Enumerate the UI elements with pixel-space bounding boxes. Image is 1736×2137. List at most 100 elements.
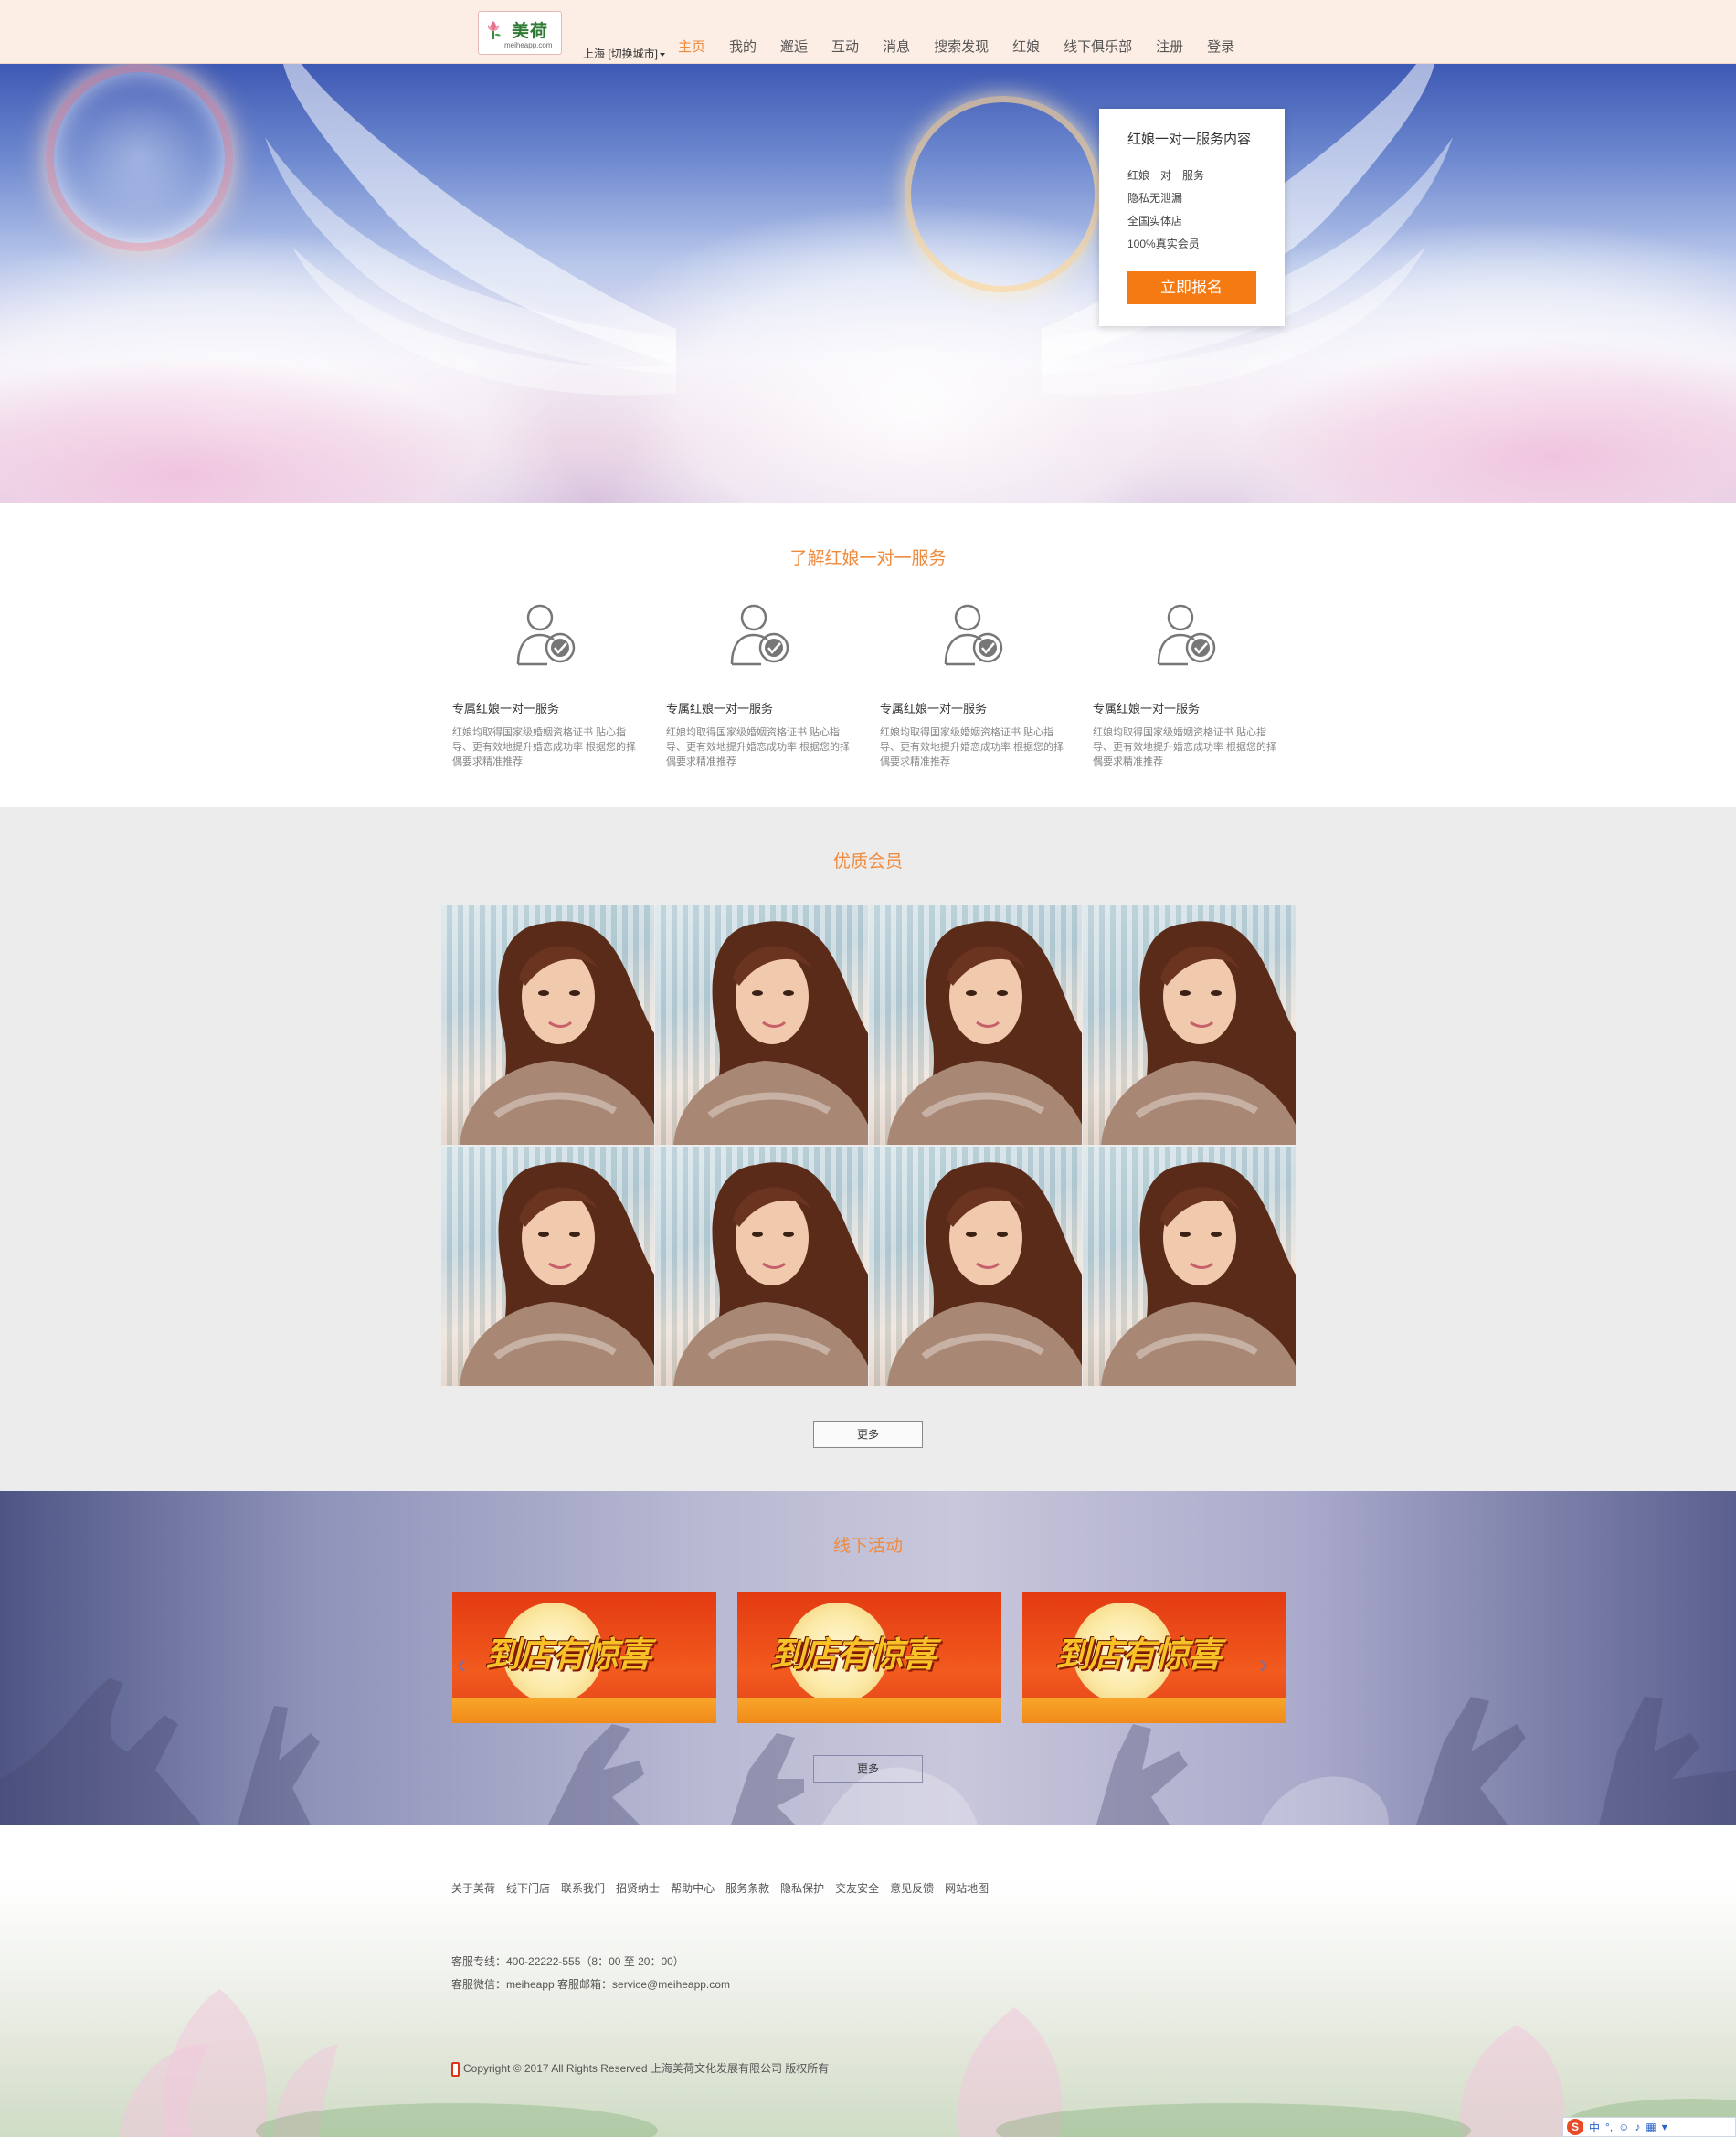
footer-link-help[interactable]: 帮助中心 (671, 1880, 715, 1896)
member-photo-card[interactable] (1083, 1147, 1296, 1386)
site-logo[interactable]: 美荷 meiheapp.com (478, 11, 562, 55)
member-photo-card[interactable] (1083, 905, 1296, 1145)
section-title: 了解红娘一对一服务 (789, 549, 947, 568)
user-verified-icon (730, 604, 789, 666)
member-portrait (1101, 921, 1296, 1145)
activity-promo-text: 到店有惊喜 (770, 1634, 937, 1675)
footer-link-privacy[interactable]: 隐私保护 (780, 1880, 824, 1896)
service-item: 专属红娘一对一服务 红娘均取得国家级婚姻资格证书 贴心指导、更有效地提升婚恋成功… (880, 602, 1074, 776)
card-feature-item: 全国实体店 (1127, 215, 1183, 227)
members-more-button[interactable]: 更多 (813, 1421, 923, 1448)
card-feature-item: 隐私无泄漏 (1127, 192, 1183, 205)
logo-url: meiheapp.com (504, 41, 553, 49)
activities-section: 线下活动 到店有惊喜 到店有惊喜 到店有惊喜 更多 (0, 1491, 1736, 1825)
members-section: 优质会员 更多 (0, 807, 1736, 1491)
nav-login[interactable]: 登录 (1207, 37, 1234, 56)
member-portrait (1101, 1162, 1296, 1386)
ime-language-toggle[interactable]: 中 (1589, 2120, 1600, 2135)
sogou-logo-icon[interactable]: S (1567, 2119, 1583, 2135)
nav-matchmaker[interactable]: 红娘 (1012, 37, 1040, 56)
lotus-background (119, 1989, 1736, 2137)
nav-messages[interactable]: 消息 (883, 37, 910, 56)
services-section: 了解红娘一对一服务 专属红娘一对一服务 红娘均取得国家级婚姻资格证书 贴心指导、… (0, 503, 1736, 807)
nav-mine[interactable]: 我的 (729, 37, 757, 56)
site-footer: 关于美荷 线下门店 联系我们 招贤纳士 帮助中心 服务条款 隐私保护 交友安全 … (0, 1825, 1736, 2137)
carousel-prev-icon[interactable]: ‹ (457, 1649, 466, 1680)
footer-link-careers[interactable]: 招贤纳士 (616, 1880, 660, 1896)
footer-link-safety[interactable]: 交友安全 (835, 1880, 879, 1896)
copyright: Copyright © 2017 All Rights Reserved 上海美… (451, 2060, 829, 2077)
city-switcher[interactable]: 上海 [切换城市] (583, 46, 666, 61)
member-portrait (673, 1162, 868, 1386)
member-portrait (887, 921, 1082, 1145)
service-item: 专属红娘一对一服务 红娘均取得国家级婚姻资格证书 贴心指导、更有效地提升婚恋成功… (666, 602, 860, 776)
service-info-card: 红娘一对一服务内容 红娘一对一服务 隐私无泄漏 全国实体店 100%真实会员 立… (1099, 109, 1285, 326)
festival-ground-decoration (737, 1698, 1001, 1723)
user-verified-icon (516, 604, 576, 666)
carousel-next-icon[interactable]: › (1259, 1649, 1268, 1680)
activity-promo-text: 到店有惊喜 (485, 1634, 651, 1675)
left-wing-decoration (265, 64, 676, 396)
nav-offline-club[interactable]: 线下俱乐部 (1064, 37, 1132, 56)
service-item: 专属红娘一对一服务 红娘均取得国家级婚姻资格证书 贴心指导、更有效地提升婚恋成功… (452, 602, 646, 776)
card-title: 红娘一对一服务内容 (1127, 132, 1252, 147)
skin-shirt-icon[interactable]: ▾ (1662, 2121, 1667, 2133)
member-photo-card[interactable] (655, 905, 868, 1145)
caret-down-icon (660, 52, 666, 57)
mobile-phone-icon (451, 2061, 460, 2077)
lotus-logo-icon (487, 21, 501, 39)
footer-link-about[interactable]: 关于美荷 (451, 1880, 495, 1896)
festival-ground-decoration (452, 1698, 716, 1723)
member-photo-card[interactable] (441, 1147, 654, 1386)
member-portrait (887, 1162, 1082, 1386)
member-photo-card[interactable] (655, 1147, 868, 1386)
keyboard-icon[interactable]: ▦ (1646, 2121, 1656, 2133)
emoji-icon[interactable]: ☺ (1618, 2121, 1629, 2133)
nav-home[interactable]: 主页 (678, 37, 705, 56)
signup-now-button[interactable]: 立即报名 (1127, 271, 1256, 304)
festival-ground-decoration (1022, 1698, 1286, 1723)
service-description: 红娘均取得国家级婚姻资格证书 贴心指导、更有效地提升婚恋成功率 根据您的择偶要求… (666, 727, 851, 767)
member-portrait (460, 921, 654, 1145)
member-photo-card[interactable] (869, 1147, 1082, 1386)
city-label: 上海 [切换城市] (583, 48, 659, 60)
punctuation-icon[interactable]: °, (1605, 2121, 1613, 2133)
footer-link-stores[interactable]: 线下门店 (506, 1880, 550, 1896)
footer-link-sitemap[interactable]: 网站地图 (945, 1880, 989, 1896)
hero-banner: 红娘一对一服务内容 红娘一对一服务 隐私无泄漏 全国实体店 100%真实会员 立… (0, 64, 1736, 503)
service-description: 红娘均取得国家级婚姻资格证书 贴心指导、更有效地提升婚恋成功率 根据您的择偶要求… (452, 727, 637, 767)
activities-more-button[interactable]: 更多 (813, 1755, 923, 1783)
footer-link-terms[interactable]: 服务条款 (725, 1880, 769, 1896)
activity-banner[interactable]: 到店有惊喜 (1022, 1592, 1286, 1723)
service-description: 红娘均取得国家级婚姻资格证书 贴心指导、更有效地提升婚恋成功率 根据您的择偶要求… (880, 727, 1064, 767)
top-header: 美荷 meiheapp.com 上海 [切换城市] 主页 我的 邂逅 互动 消息… (0, 0, 1736, 64)
activity-banner[interactable]: 到店有惊喜 (737, 1592, 1001, 1723)
nav-interact[interactable]: 互动 (831, 37, 859, 56)
service-description: 红娘均取得国家级婚姻资格证书 贴心指导、更有效地提升婚恋成功率 根据您的择偶要求… (1093, 727, 1277, 767)
main-nav: 主页 我的 邂逅 互动 消息 搜索发现 红娘 线下俱乐部 注册 登录 (678, 37, 1258, 56)
footer-link-feedback[interactable]: 意见反馈 (890, 1880, 934, 1896)
ime-toolbar: S 中 °, ☺ ♪ ▦ ▾ (1562, 2117, 1736, 2137)
footer-link-contact[interactable]: 联系我们 (561, 1880, 605, 1896)
activity-promo-text: 到店有惊喜 (1055, 1634, 1222, 1675)
activity-banner[interactable]: 到店有惊喜 (452, 1592, 716, 1723)
copyright-text: Copyright © 2017 All Rights Reserved 上海美… (463, 2062, 830, 2075)
service-item: 专属红娘一对一服务 红娘均取得国家级婚姻资格证书 贴心指导、更有效地提升婚恋成功… (1093, 602, 1286, 776)
nav-register[interactable]: 注册 (1156, 37, 1183, 56)
halo-ring-decoration (46, 64, 233, 251)
logo-name: 美荷 (512, 21, 549, 41)
microphone-icon[interactable]: ♪ (1635, 2121, 1640, 2133)
section-title: 线下活动 (832, 1537, 903, 1556)
nav-encounter[interactable]: 邂逅 (780, 37, 808, 56)
service-title: 专属红娘一对一服务 (452, 702, 560, 715)
user-verified-icon (1157, 604, 1216, 666)
nav-search[interactable]: 搜索发现 (934, 37, 989, 56)
section-title: 优质会员 (832, 852, 903, 872)
member-photo-card[interactable] (441, 905, 654, 1145)
service-title: 专属红娘一对一服务 (1093, 702, 1201, 715)
customer-wechat-email: 客服微信：meiheapp 客服邮箱：service@meiheapp.com (451, 1978, 730, 1991)
member-portrait (673, 921, 868, 1145)
member-portrait (460, 1162, 654, 1386)
card-feature-list: 红娘一对一服务 隐私无泄漏 全国实体店 100%真实会员 (1127, 164, 1204, 256)
member-photo-card[interactable] (869, 905, 1082, 1145)
